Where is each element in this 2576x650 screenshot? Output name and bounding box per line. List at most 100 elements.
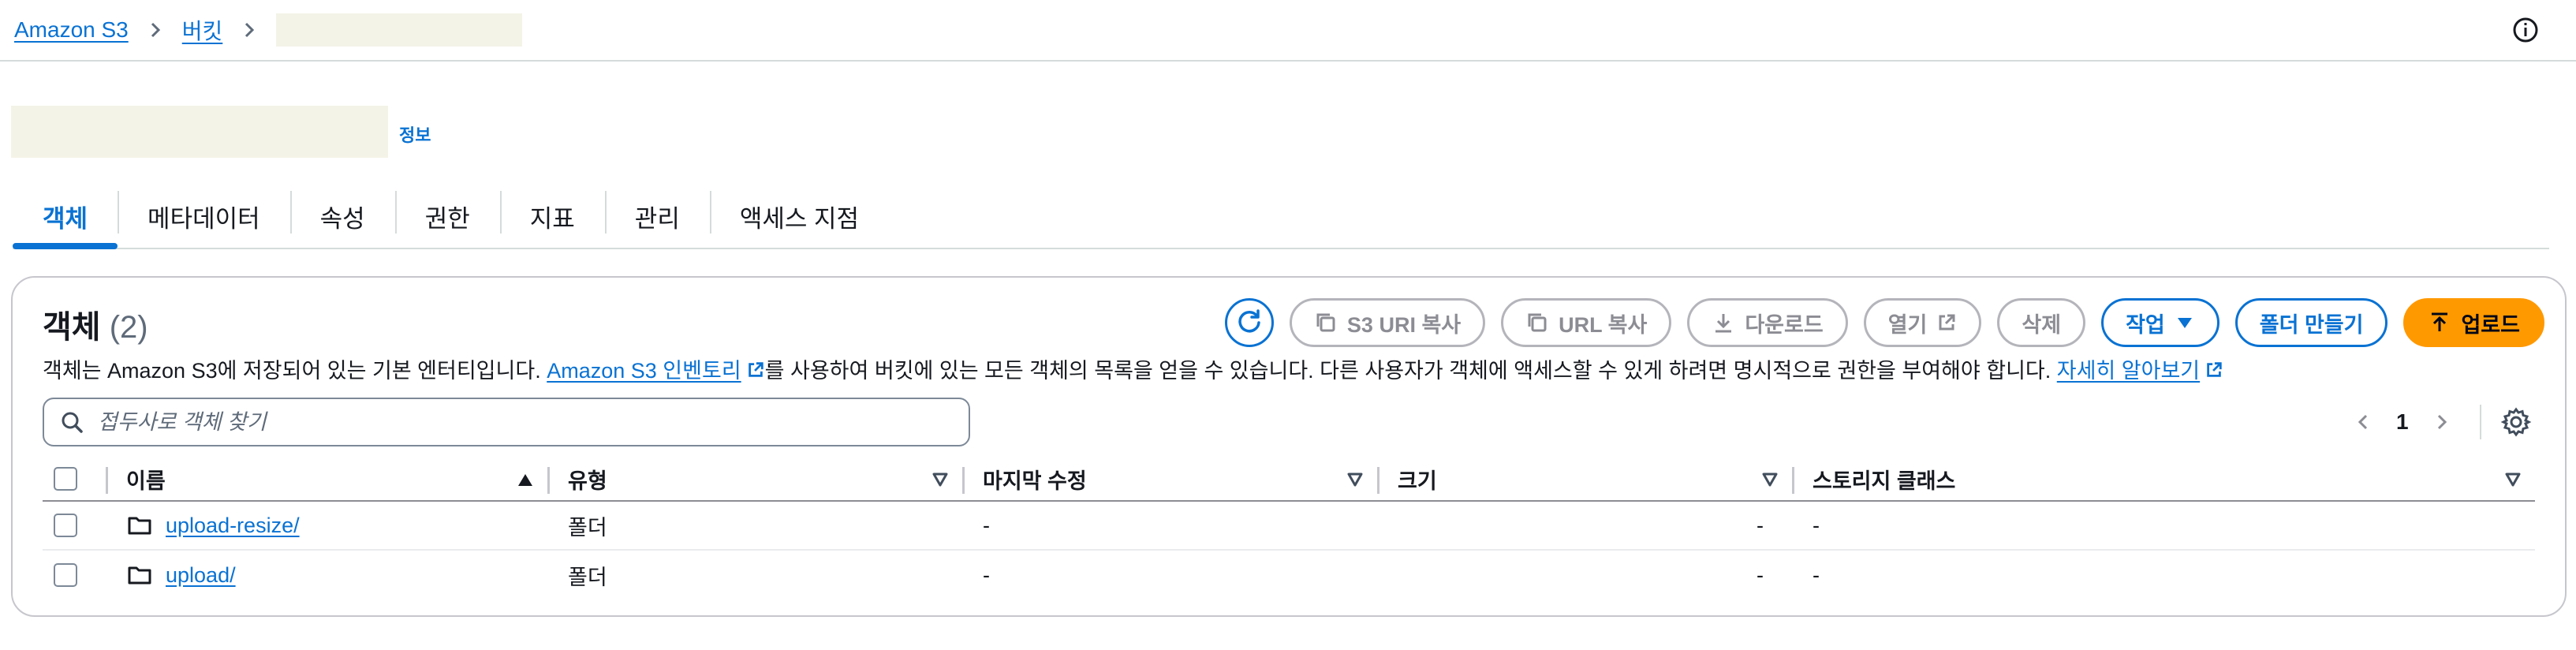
breadcrumb-buckets[interactable]: 버킷 [182,14,223,46]
search-input[interactable] [98,409,950,435]
refresh-button[interactable] [1224,298,1274,347]
chevron-right-icon [140,14,171,46]
create-folder-button[interactable]: 폴더 만들기 [2234,298,2388,347]
row-size-value: - [1757,562,1764,587]
tab-bar: 객체 메타데이터 속성 권한 지표 관리 액세스 지점 [13,185,2549,249]
row-type-cell: 폴더 [568,515,607,540]
row-name-cell: upload-resize/ [106,502,547,549]
column-last-modified-label: 마지막 수정 [983,469,1087,493]
column-last-modified[interactable]: 마지막 수정 [962,458,1377,500]
row-checkbox[interactable] [54,514,77,537]
info-icon[interactable] [2510,14,2541,46]
row-storage-class-cell: - [1813,562,1820,587]
table-row[interactable]: upload-resize/ 폴더 - - - [43,502,2535,551]
tab-access-points[interactable]: 액세스 지점 [709,185,889,248]
upload-button[interactable]: 업로드 [2403,298,2544,347]
column-name[interactable]: 이름 [106,458,547,500]
refresh-icon [1238,309,1260,333]
chevron-right-icon [233,14,265,46]
row-last-modified-cell: - [983,513,990,537]
pagination: 1 [2347,401,2533,443]
current-page-number[interactable]: 1 [2396,409,2409,435]
copy-url-button[interactable]: URL 복사 [1501,298,1672,347]
select-all-checkbox[interactable] [54,467,77,491]
column-size-label: 크기 [1398,469,1437,493]
row-checkbox-cell [43,551,106,600]
breadcrumb: Amazon S3 버킷 [14,11,523,49]
create-folder-label: 폴더 만들기 [2259,312,2364,337]
sort-icon [2505,473,2521,487]
info-link[interactable]: 정보 [399,121,431,147]
row-storage-class-cell: - [1813,513,1820,537]
chevron-right-icon [2437,414,2447,430]
row-size-cell: - [1377,502,1792,549]
header-checkbox-cell [43,458,106,500]
inventory-link-label: Amazon S3 인벤토리 [547,359,741,383]
row-type-cell: 폴더 [568,565,607,589]
tab-permissions[interactable]: 권한 [394,185,500,248]
object-name-link[interactable]: upload/ [166,563,236,588]
external-link-icon [2207,362,2222,377]
gear-icon[interactable] [2499,405,2533,439]
row-name-cell: upload/ [106,551,547,600]
folder-icon [128,566,151,585]
objects-panel: 객체 (2) S3 URI 복사 URL 복사 다운로드 열기 삭제 작업 폴더… [11,276,2567,617]
column-type-label: 유형 [568,469,607,493]
top-bar: Amazon S3 버킷 [0,0,2576,62]
row-checkbox-cell [43,502,106,549]
sort-icon [1347,473,1363,487]
copy-icon [1316,313,1335,332]
column-size[interactable]: 크기 [1377,458,1792,500]
breadcrumb-bucket-name-redacted [276,13,523,47]
copy-s3-uri-label: S3 URI 복사 [1346,312,1462,337]
actions-label: 작업 [2126,312,2165,337]
external-link-icon [748,362,763,377]
row-checkbox[interactable] [54,563,77,587]
next-page-button[interactable] [2426,406,2458,438]
tab-metadata[interactable]: 메타데이터 [118,185,290,248]
search-box [43,398,970,446]
objects-actions: S3 URI 복사 URL 복사 다운로드 열기 삭제 작업 폴더 만들기 업로… [1224,298,2544,347]
column-storage-class-label: 스토리지 클래스 [1813,469,1956,493]
learn-more-link[interactable]: 자세히 알아보기 [2057,359,2223,383]
tab-objects[interactable]: 객체 [13,185,118,249]
external-link-icon [1939,314,1955,331]
object-name-link[interactable]: upload-resize/ [166,514,300,538]
table-row[interactable]: upload/ 폴더 - - - [43,551,2535,600]
delete-button[interactable]: 삭제 [1997,298,2086,347]
open-label: 열기 [1887,312,1928,337]
upload-label: 업로드 [2461,312,2520,337]
description-text-pre: 객체는 Amazon S3에 저장되어 있는 기본 엔터티입니다. [43,359,547,383]
tab-properties[interactable]: 속성 [289,185,395,248]
row-last-modified-cell: - [983,562,990,587]
open-button[interactable]: 열기 [1863,298,1982,347]
column-storage-class[interactable]: 스토리지 클래스 [1792,458,2535,500]
upload-icon [2432,312,2448,331]
objects-description: 객체는 Amazon S3에 저장되어 있는 기본 엔터티입니다. Amazon… [43,353,2223,384]
tab-management[interactable]: 관리 [604,185,710,248]
objects-table: 이름 유형 마지막 수정 크기 스토리지 클래스 upload-resize/ … [43,458,2535,600]
actions-dropdown-button[interactable]: 작업 [2101,298,2219,347]
column-name-label: 이름 [126,469,166,493]
download-button[interactable]: 다운로드 [1687,298,1848,347]
download-label: 다운로드 [1745,312,1824,337]
objects-count: (2) [109,310,148,345]
chevron-left-icon [2358,414,2368,430]
table-header: 이름 유형 마지막 수정 크기 스토리지 클래스 [43,458,2535,502]
copy-s3-uri-button[interactable]: S3 URI 복사 [1289,298,1486,347]
download-icon [1715,314,1732,333]
row-size-value: - [1757,513,1764,537]
sort-icon [1762,473,1778,487]
search-icon [62,412,83,433]
inventory-link[interactable]: Amazon S3 인벤토리 [547,359,764,383]
breadcrumb-amazon-s3[interactable]: Amazon S3 [14,17,129,43]
previous-page-button[interactable] [2347,406,2379,438]
row-size-cell: - [1377,551,1792,600]
sort-ascending-icon [518,474,532,486]
pagination-divider [2479,405,2481,439]
column-type[interactable]: 유형 [547,458,962,500]
page-title-redacted [11,106,388,158]
delete-label: 삭제 [2022,312,2062,337]
tab-metrics[interactable]: 지표 [499,185,605,248]
copy-url-label: URL 복사 [1559,312,1648,337]
